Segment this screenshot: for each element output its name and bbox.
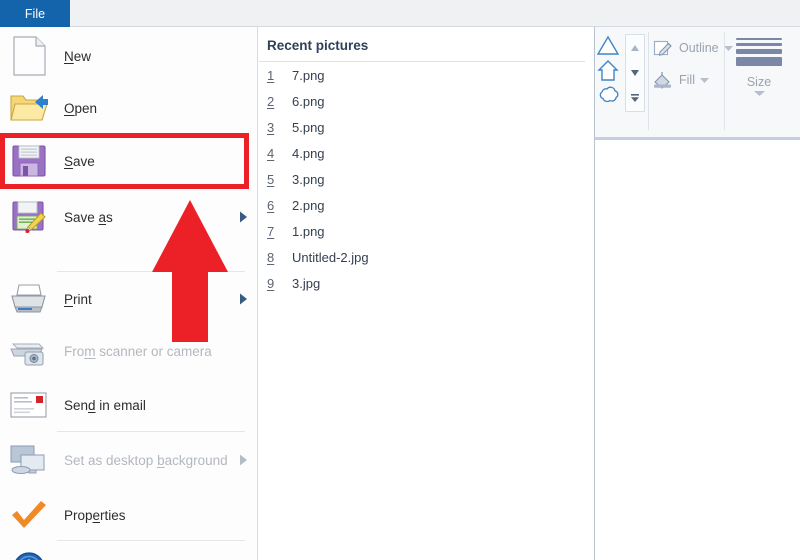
recent-pictures-panel: Recent pictures 1 7.png 2 6.png 3 5.png … <box>259 27 594 560</box>
submenu-arrow-icon[interactable] <box>239 293 247 305</box>
menu-separator <box>57 271 245 272</box>
scanner-camera-icon <box>9 331 49 371</box>
group-divider-size <box>724 32 725 130</box>
recent-item-9[interactable]: 9 3.jpg <box>267 270 320 296</box>
menu-item-print[interactable]: Print <box>0 273 258 325</box>
recent-item-name: 1.png <box>292 223 325 239</box>
paint-window: Outline Fill Size File New Open Save Sav… <box>0 0 800 560</box>
recent-item-name: 3.jpg <box>292 275 321 291</box>
recent-item-number: 8 <box>267 249 275 265</box>
open-folder-icon <box>9 88 49 128</box>
recent-item-name: 2.png <box>292 197 325 213</box>
recent-pictures-title: Recent pictures <box>267 38 369 53</box>
size-label: Size <box>746 75 772 89</box>
menu-item-set-as-desktop-background: Set as desktop background <box>0 434 258 486</box>
recent-item-4[interactable]: 4 4.png <box>267 140 325 166</box>
tab-strip-background <box>70 0 800 27</box>
menu-item-print-label: Print <box>64 291 92 307</box>
floppy-disk-icon <box>9 141 49 181</box>
recent-item-5[interactable]: 5 3.png <box>267 166 325 192</box>
fill-label: Fill <box>679 73 695 87</box>
cloud-callout-shape-icon[interactable] <box>595 83 621 108</box>
recent-item-name: 7.png <box>292 67 325 83</box>
menu-item-send-in-email[interactable]: Send in email <box>0 379 258 431</box>
submenu-arrow-icon[interactable] <box>239 211 247 223</box>
tab-file-label: File <box>24 6 46 21</box>
menu-item-new[interactable]: New <box>0 30 258 82</box>
menu-item-about-paint[interactable]: About Paint <box>0 542 258 560</box>
tab-file[interactable]: File <box>0 0 70 27</box>
menu-item-from-scanner-or-camera-label: From scanner or camera <box>64 343 212 359</box>
triangle-shape-icon[interactable] <box>595 33 621 58</box>
recent-item-number: 4 <box>267 145 275 161</box>
fill-bucket-icon <box>654 72 671 89</box>
orange-check-icon <box>9 495 49 535</box>
scroll-down-icon[interactable] <box>628 67 642 79</box>
menu-item-save-as[interactable]: Save as <box>0 191 258 243</box>
recent-item-6[interactable]: 6 2.png <box>267 192 325 218</box>
recent-item-1[interactable]: 1 7.png <box>267 62 325 88</box>
recent-item-name: 5.png <box>292 119 325 135</box>
recent-item-name: 3.png <box>292 171 325 187</box>
about-info-icon <box>9 548 49 560</box>
recent-item-3[interactable]: 3 5.png <box>267 114 325 140</box>
printer-icon <box>9 279 49 319</box>
menu-separator <box>57 540 245 541</box>
menu-item-properties[interactable]: Properties <box>0 489 258 541</box>
shapes-gallery[interactable] <box>595 33 623 113</box>
recent-item-name: 4.png <box>292 145 325 161</box>
scroll-up-icon[interactable] <box>628 42 642 54</box>
shapes-scroll-controls[interactable] <box>625 34 645 112</box>
tab-strip: File <box>0 0 800 27</box>
menu-item-new-label: New <box>64 48 92 64</box>
recent-item-number: 1 <box>267 67 275 83</box>
recent-item-8[interactable]: 8 Untitled-2.jpg <box>267 244 369 270</box>
size-chevron-down-icon[interactable] <box>753 90 765 96</box>
size-thickness-icon <box>736 38 782 69</box>
recent-item-number: 9 <box>267 275 275 291</box>
save-as-icon <box>9 197 49 237</box>
outline-pencil-icon <box>653 40 672 56</box>
recent-item-name: Untitled-2.jpg <box>292 249 369 265</box>
recent-item-number: 6 <box>267 197 275 213</box>
outline-label: Outline <box>679 41 719 55</box>
menu-item-from-scanner-or-camera: From scanner or camera <box>0 325 258 377</box>
desktop-background-icon <box>9 440 49 480</box>
menu-item-set-as-desktop-background-label: Set as desktop background <box>64 452 228 468</box>
file-menu-commands: New Open Save Save as Print From scanner… <box>0 27 258 560</box>
menu-item-send-in-email-label: Send in email <box>64 397 146 413</box>
fill-chevron-down-icon[interactable] <box>699 77 709 83</box>
open-gallery-icon[interactable] <box>628 92 642 104</box>
email-envelope-icon <box>9 385 49 425</box>
menu-item-properties-label: Properties <box>64 507 126 523</box>
group-divider-shapes <box>648 32 649 130</box>
menu-item-save-label: Save <box>64 153 95 169</box>
menu-item-save-as-label: Save as <box>64 209 113 225</box>
menu-item-open[interactable]: Open <box>0 82 258 134</box>
pentagon-arrow-shape-icon[interactable] <box>595 58 621 83</box>
new-document-icon <box>9 36 49 76</box>
menu-item-save[interactable]: Save <box>0 135 258 187</box>
menu-separator <box>57 431 245 432</box>
recent-item-number: 5 <box>267 171 275 187</box>
menu-item-open-label: Open <box>64 100 98 116</box>
submenu-arrow-icon <box>240 454 247 466</box>
recent-item-2[interactable]: 2 6.png <box>267 88 325 114</box>
recent-item-name: 6.png <box>292 93 325 109</box>
recent-item-number: 7 <box>267 223 275 239</box>
size-button[interactable]: Size <box>730 34 788 96</box>
recent-item-number: 3 <box>267 119 275 135</box>
recent-item-number: 2 <box>267 93 275 109</box>
recent-item-7[interactable]: 7 1.png <box>267 218 325 244</box>
file-menu-panel: New Open Save Save as Print From scanner… <box>0 27 595 560</box>
